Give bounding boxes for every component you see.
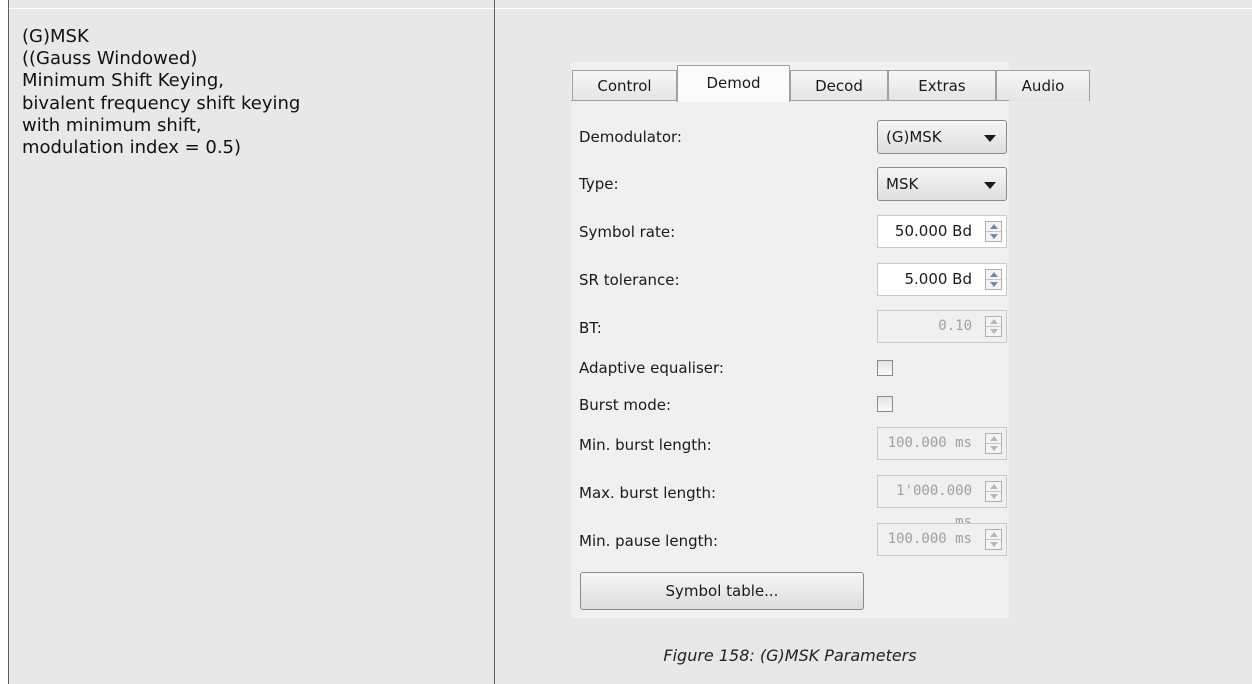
type-value: MSK: [886, 175, 919, 193]
spin-up-arrow-icon: [990, 484, 998, 489]
dropdown-arrow-icon: [984, 135, 996, 142]
max-burst-length-label: Max. burst length:: [579, 484, 717, 502]
symbol-rate-label: Symbol rate:: [579, 223, 676, 241]
tab-demod[interactable]: Demod: [677, 65, 790, 102]
spin-down-arrow-icon[interactable]: [990, 234, 998, 239]
symbol-rate-value: 50.000 Bd: [894, 222, 972, 240]
spin-buttons: [985, 316, 1002, 337]
spin-down-arrow-icon: [990, 329, 998, 334]
table-left-border: [8, 0, 9, 684]
spin-up-arrow-icon[interactable]: [990, 224, 998, 229]
min-burst-length-spinbox: 100.000 ms: [877, 427, 1007, 460]
tab-baseline: [571, 100, 1009, 101]
type-label: Type:: [579, 175, 619, 193]
tab-extras[interactable]: Extras: [888, 70, 996, 101]
description-line: (G)MSK: [22, 26, 89, 47]
spin-down-arrow-icon[interactable]: [990, 282, 998, 287]
burst-mode-checkbox[interactable]: [877, 396, 893, 412]
adaptive-equaliser-checkbox[interactable]: [877, 360, 893, 376]
demodulator-value: (G)MSK: [886, 128, 942, 146]
min-pause-length-spinbox: 100.000 ms: [877, 523, 1007, 556]
demodulator-select[interactable]: (G)MSK: [877, 120, 1007, 154]
tab-decod[interactable]: Decod: [790, 70, 888, 101]
description-line: modulation index = 0.5): [22, 137, 242, 159]
sr-tolerance-label: SR tolerance:: [579, 271, 680, 289]
spin-buttons: [985, 529, 1002, 550]
bt-value: 0.10: [938, 318, 972, 334]
description-line: with minimum shift,: [22, 114, 202, 136]
spin-up-arrow-icon: [990, 319, 998, 324]
sr-tolerance-value: 5.000 Bd: [904, 270, 972, 288]
spin-up-arrow-icon: [990, 436, 998, 441]
demodulator-label: Demodulator:: [579, 128, 682, 146]
spin-down-arrow-icon: [990, 542, 998, 547]
min-pause-length-label: Min. pause length:: [579, 532, 719, 550]
demod-parameters-dialog: Control Demod Decod Extras Audio Demodul…: [571, 62, 1090, 618]
tab-audio[interactable]: Audio: [996, 70, 1090, 101]
dropdown-arrow-icon: [984, 182, 996, 189]
spin-buttons: [985, 433, 1002, 454]
tab-control[interactable]: Control: [572, 70, 677, 101]
tab-bar: Control Demod Decod Extras Audio: [571, 62, 1090, 102]
type-select[interactable]: MSK: [877, 167, 1007, 201]
description-line: bivalent frequency shift keying: [22, 92, 301, 114]
sr-tolerance-spinbox[interactable]: 5.000 Bd: [877, 263, 1007, 296]
spin-up-arrow-icon: [990, 532, 998, 537]
min-pause-length-value: 100.000 ms: [887, 531, 972, 547]
bt-spinbox: 0.10: [877, 310, 1007, 343]
adaptive-equaliser-label: Adaptive equaliser:: [579, 359, 724, 377]
description-line: ((Gauss Windowed): [22, 48, 198, 70]
table-column-divider: [494, 0, 495, 684]
burst-mode-label: Burst mode:: [579, 396, 672, 414]
min-burst-length-value: 100.000 ms: [887, 435, 972, 451]
figure-caption: Figure 158: (G)MSK Parameters: [663, 646, 917, 665]
spin-buttons[interactable]: [985, 221, 1002, 242]
description-line: Minimum Shift Keying,: [22, 70, 224, 92]
symbol-table-button[interactable]: Symbol table...: [580, 572, 864, 610]
min-burst-length-label: Min. burst length:: [579, 436, 712, 454]
table-top-rule: [8, 8, 1252, 9]
description-cell: (G)MSK ((Gauss Windowed) Minimum Shift K…: [22, 26, 482, 159]
max-burst-length-spinbox: 1'000.000 ms: [877, 475, 1007, 530]
symbol-rate-spinbox[interactable]: 50.000 Bd: [877, 215, 1007, 248]
spin-buttons: [985, 481, 1002, 502]
spin-buttons[interactable]: [985, 269, 1002, 290]
spin-down-arrow-icon: [990, 446, 998, 451]
spin-down-arrow-icon: [990, 494, 998, 499]
spin-up-arrow-icon[interactable]: [990, 272, 998, 277]
bt-label: BT:: [579, 319, 602, 337]
